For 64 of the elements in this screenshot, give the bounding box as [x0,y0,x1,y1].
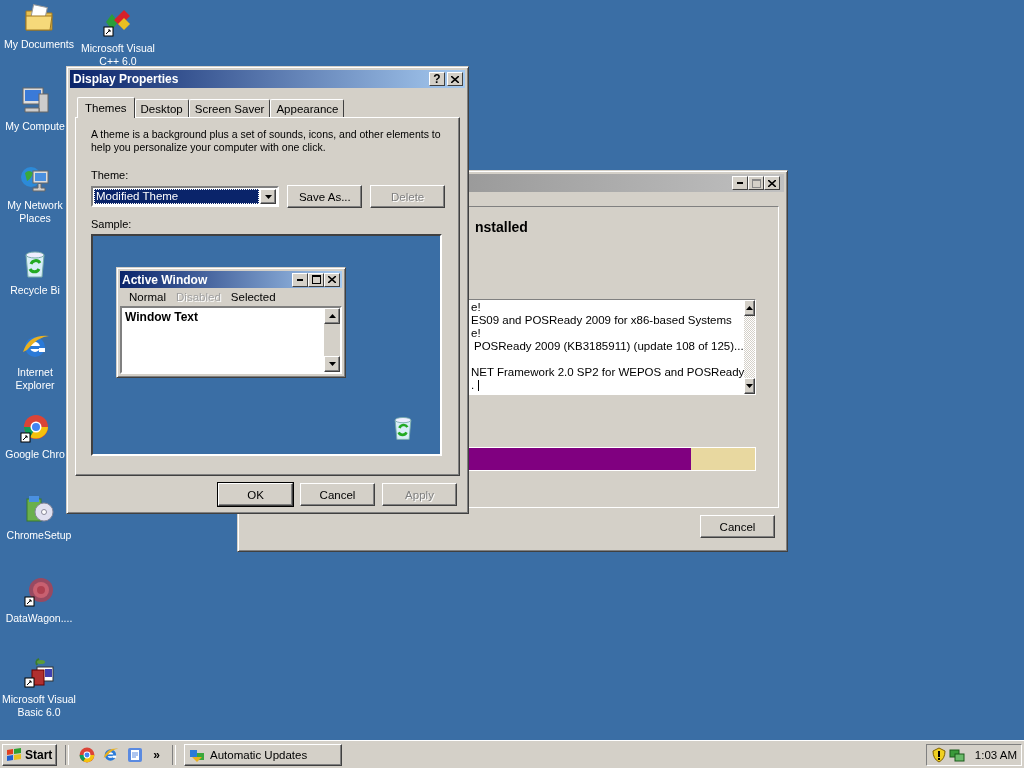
minimize-icon [297,278,303,281]
cd-box-icon[interactable] [23,493,55,525]
desktop-icon-label[interactable]: Google Chro [5,448,65,461]
minimize-icon [737,182,743,184]
log-line: POSReady 2009 (KB3185911) (update 108 of 125)... [474,340,744,353]
text-cursor [478,380,480,391]
dialog-button[interactable]: OK [218,483,293,506]
sample-title: Active Window [122,272,208,287]
log-line: . [471,379,475,392]
network-icon[interactable] [949,746,965,763]
tab[interactable]: Themes [77,97,135,118]
down-arrow-icon [746,384,754,388]
window-title: Display Properties [73,72,179,86]
up-arrow-icon [746,306,754,310]
close-icon [328,276,336,283]
desktop-icon-label[interactable]: ChromeSetup [6,529,72,542]
theme-button[interactable]: Save As... [287,185,363,208]
desktop-icon-label[interactable]: My Documents [4,38,74,51]
maximize-icon [311,275,321,284]
box-icon[interactable] [23,657,55,689]
target-icon[interactable] [23,576,55,608]
flag-icon [6,747,22,762]
desktop-icon-label[interactable]: My Compute [5,120,65,133]
scrollbar[interactable] [744,300,755,394]
desktop-icon-label[interactable]: Microsoft Visual Basic 6.0 [0,693,78,719]
tab[interactable]: Screen Saver [188,99,271,117]
description: A theme is a background plus a set of sounds, icons, and other elements to help you personalize your computer with one click. [91,128,442,154]
desktop-icon-label[interactable]: Microsoft Visual C++ 6.0 [79,42,157,68]
cancel-button[interactable]: Cancel [700,515,775,538]
log-line: e! [471,327,481,340]
desktop-icon-label[interactable]: My Network Places [3,199,67,225]
clock[interactable]: 1:03 AM [974,748,1017,761]
maximize-icon [751,178,761,188]
theme-dropdown[interactable]: Modified Theme [91,186,280,207]
tab[interactable]: Desktop [134,99,189,117]
help-button[interactable]: ? [429,72,445,86]
scrollbar[interactable] [324,308,340,372]
field-label: Theme: [91,169,130,181]
folder-icon[interactable] [23,2,55,34]
caret-icon [264,194,272,199]
document-icon[interactable] [127,746,144,763]
tab[interactable]: Appearance [270,99,345,117]
sample-text: Window Text [124,309,199,324]
log-line: NET Framework 2.0 SP2 for WEPOS and POSReady [471,366,745,379]
desktop-icon-label[interactable]: Internet Explorer [3,366,67,392]
dialog-button[interactable]: Cancel [300,483,375,506]
log-line: ES09 and POSReady 2009 for x86-based Systems [471,314,732,327]
start-button[interactable]: Start [2,743,58,766]
chevron[interactable]: » [153,747,161,762]
taskbar-button[interactable]: Automatic Updates [184,743,343,766]
shield-icon[interactable] [931,746,947,763]
heading: nstalled [475,219,529,237]
down-arrow-icon [328,362,336,366]
close-icon [451,75,459,83]
chrome-icon[interactable] [19,412,51,444]
field-label: Sample: [91,218,133,230]
log-line: e! [471,301,481,314]
close-button[interactable] [447,72,463,86]
computer-icon[interactable] [19,84,51,116]
close-icon [768,179,776,187]
desktop-icon-label[interactable]: Recycle Bi [10,284,60,297]
desktop-icon-label[interactable]: DataWagon.... [5,612,73,625]
up-arrow-icon [328,314,336,318]
dropdown-value: Modified Theme [94,189,260,204]
